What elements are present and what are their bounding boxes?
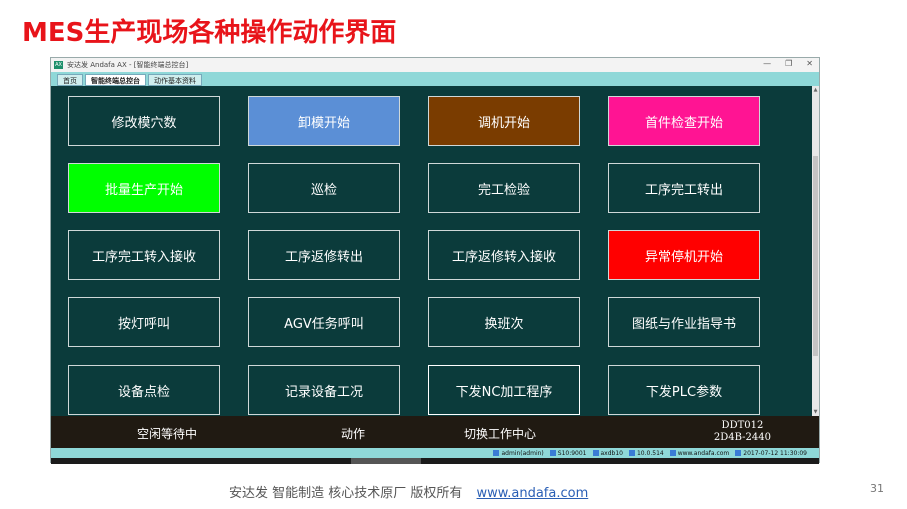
user-name: admin(admin) (501, 449, 544, 457)
action-button-7[interactable]: 完工检验 (428, 163, 580, 213)
slide: MES生产现场各种操作动作界面 AX 安达发 Andafa AX - [智能终端… (0, 0, 907, 509)
action-button-16[interactable]: 图纸与作业指导书 (608, 297, 760, 347)
info-bar: admin(admin) S10:9001 axdb10 10.0.514 ww… (51, 448, 819, 458)
current-datetime: 2017-07-12 11:30:09 (743, 449, 807, 457)
server-icon (549, 450, 556, 456)
version-number: 10.0.514 (636, 449, 664, 457)
action-button-17[interactable]: 设备点检 (68, 365, 220, 415)
tab-terminal-console[interactable]: 智能终端总控台 (85, 74, 146, 86)
action-button-13[interactable]: 按灯呼叫 (68, 297, 220, 347)
action-button-12[interactable]: 异常停机开始 (608, 230, 760, 280)
maximize-icon[interactable]: ❐ (785, 59, 792, 68)
action-button-18[interactable]: 记录设备工况 (248, 365, 400, 415)
info-version: 10.0.514 (628, 449, 664, 457)
clock-icon (735, 450, 742, 456)
slide-title: MES生产现场各种操作动作界面 (22, 18, 397, 48)
globe-icon (669, 450, 676, 456)
footer-link[interactable]: www.andafa.com (477, 486, 589, 501)
window-title: 安达发 Andafa AX - [智能终端总控台] (67, 61, 189, 69)
switch-work-center-button[interactable]: 切换工作中心 (464, 425, 536, 442)
app-logo-icon: AX (54, 61, 63, 69)
device-code-line1: DDT012 (721, 420, 764, 431)
scroll-down-icon[interactable]: ▼ (812, 408, 819, 416)
action-button-10[interactable]: 工序返修转出 (248, 230, 400, 280)
scrollbar-thumb[interactable] (813, 156, 818, 356)
database-icon (592, 450, 599, 456)
tab-home[interactable]: 首页 (57, 74, 83, 86)
site-url: www.andafa.com (677, 449, 730, 457)
device-code-line2: 2D4B-2440 (713, 432, 771, 443)
action-button-8[interactable]: 工序完工转出 (608, 163, 760, 213)
status-action: 动作 (341, 427, 366, 441)
info-datetime: 2017-07-12 11:30:09 (735, 450, 807, 457)
action-button-11[interactable]: 工序返修转入接收 (428, 230, 580, 280)
tab-action-master-data[interactable]: 动作基本资料 (148, 74, 202, 86)
info-db: axdb10 (592, 449, 623, 457)
action-button-2[interactable]: 卸模开始 (248, 96, 400, 146)
server-address: S10:9001 (557, 449, 587, 457)
scroll-up-icon[interactable]: ▲ (812, 86, 819, 94)
action-button-5[interactable]: 批量生产开始 (68, 163, 220, 213)
slide-footer: 安达发 智能制造 核心技术原厂 版权所有 www.andafa.com (229, 482, 588, 501)
close-icon[interactable]: ✕ (806, 59, 813, 68)
vertical-scrollbar[interactable]: ▲ ▼ (812, 86, 819, 416)
app-window: AX 安达发 Andafa AX - [智能终端总控台] — ❐ ✕ 首页 智能… (50, 57, 820, 464)
action-button-20[interactable]: 下发PLC参数 (608, 365, 760, 415)
window-controls: — ❐ ✕ (763, 59, 813, 68)
action-button-6[interactable]: 巡检 (248, 163, 400, 213)
tab-bar: 首页 智能终端总控台 动作基本资料 (51, 72, 819, 86)
hscrollbar-thumb[interactable] (351, 458, 421, 464)
minimize-icon[interactable]: — (763, 59, 771, 68)
status-state: 空闲等待中 (137, 427, 198, 441)
horizontal-scrollbar[interactable] (51, 458, 819, 464)
action-button-9[interactable]: 工序完工转入接收 (68, 230, 220, 280)
info-user: admin(admin) (493, 449, 544, 457)
version-icon (628, 450, 635, 456)
action-button-3[interactable]: 调机开始 (428, 96, 580, 146)
user-icon (493, 450, 500, 456)
action-button-1[interactable]: 修改模穴数 (68, 96, 220, 146)
page-number: 31 (870, 482, 884, 495)
window-titlebar: AX 安达发 Andafa AX - [智能终端总控台] — ❐ ✕ (51, 58, 819, 72)
action-button-4[interactable]: 首件检查开始 (608, 96, 760, 146)
status-bar: 空闲等待中 动作 切换工作中心 DDT012 2D4B-2440 (51, 416, 819, 448)
action-button-15[interactable]: 换班次 (428, 297, 580, 347)
device-code: DDT012 2D4B-2440 (714, 420, 771, 444)
database-name: axdb10 (600, 449, 623, 457)
action-button-14[interactable]: AGV任务呼叫 (248, 297, 400, 347)
info-site: www.andafa.com (669, 449, 730, 457)
footer-text: 安达发 智能制造 核心技术原厂 版权所有 (229, 486, 463, 501)
action-button-19[interactable]: 下发NC加工程序 (428, 365, 580, 415)
action-button-grid: 修改模穴数 卸模开始 调机开始 首件检查开始批量生产开始 巡检 完工检验 工序完工转出工序完… (51, 86, 814, 416)
info-server: S10:9001 (549, 449, 587, 457)
